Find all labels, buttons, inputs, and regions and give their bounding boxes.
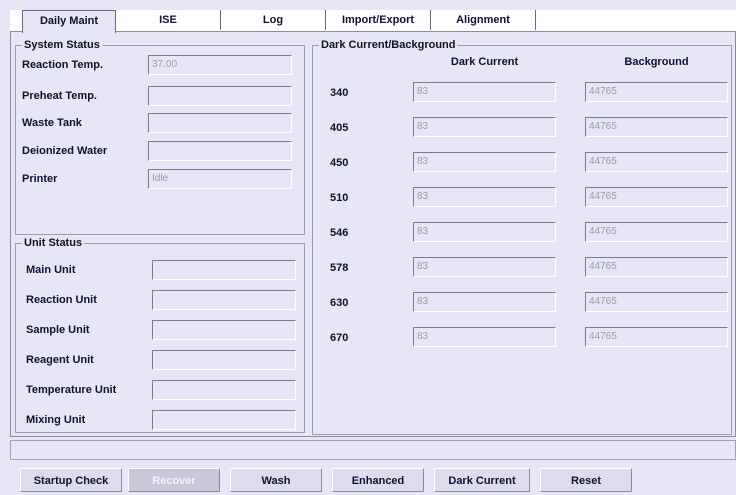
daily-maint-panel: System Status Reaction Temp. 37.00 Prehe…: [10, 31, 736, 437]
deionized-water-label: Deionized Water: [22, 145, 108, 157]
button-bar: Startup Check Recover Wash Enhanced Dark…: [0, 462, 736, 495]
waste-tank-field: [148, 113, 292, 133]
background-field: 44765: [585, 292, 728, 312]
app-window: Daily Maint ISE Log Import/Export Alignm…: [0, 0, 736, 495]
status-bar: [10, 440, 736, 460]
tab-ise[interactable]: ISE: [116, 10, 221, 30]
reaction-unit-label: Reaction Unit: [26, 294, 97, 306]
wavelength-label: 510: [330, 192, 349, 204]
tab-import-export[interactable]: Import/Export: [326, 10, 431, 30]
reagent-unit-label: Reagent Unit: [26, 354, 94, 366]
sample-unit-field: [152, 320, 296, 340]
main-unit-label: Main Unit: [26, 264, 76, 276]
reaction-unit-field: [152, 290, 296, 310]
background-field: 44765: [585, 327, 728, 347]
printer-label: Printer: [22, 173, 58, 185]
dark-current-field: 83: [413, 222, 556, 242]
reaction-temp-label: Reaction Temp.: [22, 59, 104, 71]
deionized-water-field: [148, 141, 292, 161]
background-column-header: Background: [624, 56, 689, 68]
dark-current-title: Dark Current/Background: [319, 39, 458, 52]
dark-current-button[interactable]: Dark Current: [434, 468, 530, 492]
system-status-title: System Status: [22, 39, 102, 52]
dark-current-field: 83: [413, 292, 556, 312]
mixing-unit-label: Mixing Unit: [26, 414, 86, 426]
background-field: 44765: [585, 117, 728, 137]
dark-current-field: 83: [413, 82, 556, 102]
wash-button[interactable]: Wash: [230, 468, 322, 492]
background-field: 44765: [585, 82, 728, 102]
tab-log[interactable]: Log: [221, 10, 326, 30]
background-field: 44765: [585, 187, 728, 207]
background-field: 44765: [585, 152, 728, 172]
reaction-temp-field: 37.00: [148, 55, 292, 75]
unit-status-title: Unit Status: [22, 237, 85, 250]
dark-current-field: 83: [413, 187, 556, 207]
main-unit-field: [152, 260, 296, 280]
reset-button[interactable]: Reset: [540, 468, 632, 492]
enhanced-button[interactable]: Enhanced: [332, 468, 424, 492]
wavelength-label: 340: [330, 87, 349, 99]
dark-current-field: 83: [413, 152, 556, 172]
sample-unit-label: Sample Unit: [26, 324, 90, 336]
reagent-unit-field: [152, 350, 296, 370]
wavelength-label: 450: [330, 157, 349, 169]
preheat-temp-field: [148, 86, 292, 106]
printer-field: Idle: [148, 169, 292, 189]
dark-current-field: 83: [413, 327, 556, 347]
startup-check-button[interactable]: Startup Check: [20, 468, 122, 492]
background-field: 44765: [585, 222, 728, 242]
dark-current-group: Dark Current/Background Dark Current Bac…: [312, 39, 732, 435]
wavelength-label: 630: [330, 297, 349, 309]
unit-status-group: Unit Status Main Unit Reaction Unit Samp…: [15, 237, 305, 433]
system-status-group: System Status Reaction Temp. 37.00 Prehe…: [15, 39, 305, 235]
recover-button[interactable]: Recover: [128, 468, 220, 492]
wavelength-label: 405: [330, 122, 349, 134]
mixing-unit-field: [152, 410, 296, 430]
temperature-unit-field: [152, 380, 296, 400]
tab-alignment[interactable]: Alignment: [431, 10, 536, 30]
tab-daily-maint[interactable]: Daily Maint: [22, 10, 116, 33]
wavelength-label: 578: [330, 262, 349, 274]
waste-tank-label: Waste Tank: [22, 117, 82, 129]
temperature-unit-label: Temperature Unit: [26, 384, 117, 396]
dark-current-column-header: Dark Current: [450, 56, 519, 68]
dark-current-field: 83: [413, 257, 556, 277]
wavelength-label: 546: [330, 227, 349, 239]
wavelength-label: 670: [330, 332, 349, 344]
tab-bar: Daily Maint ISE Log Import/Export Alignm…: [10, 10, 736, 33]
preheat-temp-label: Preheat Temp.: [22, 90, 97, 102]
dark-current-field: 83: [413, 117, 556, 137]
background-field: 44765: [585, 257, 728, 277]
